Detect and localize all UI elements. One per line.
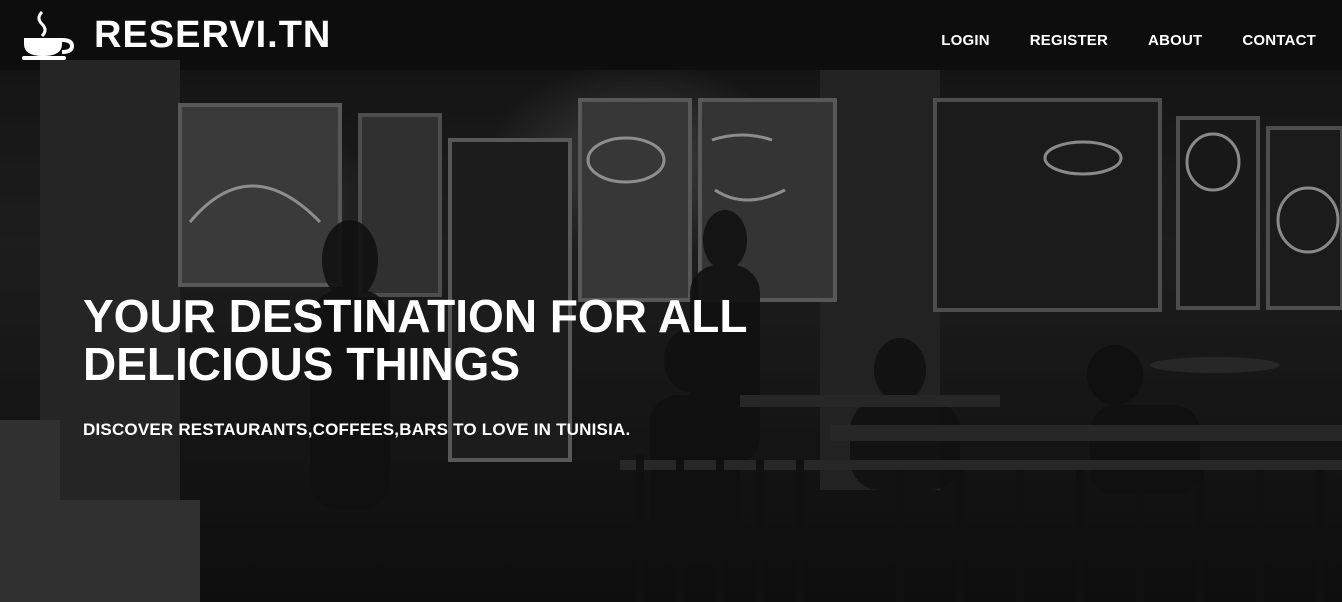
nav-contact-link[interactable]: CONTACT	[1242, 32, 1316, 49]
brand[interactable]: RESERVI.TN	[22, 10, 331, 60]
nav-login-link[interactable]: LOGIN	[941, 32, 990, 49]
nav-menu: LOGIN REGISTER ABOUT CONTACT	[941, 32, 1316, 49]
coffee-cup-icon	[22, 10, 74, 60]
nav-about-link[interactable]: ABOUT	[1148, 32, 1202, 49]
hero-headline: YOUR DESTINATION FOR ALL DELICIOUS THING…	[83, 290, 747, 390]
nav-register-link[interactable]: REGISTER	[1030, 32, 1108, 49]
hero-section: RESERVI.TN LOGIN REGISTER ABOUT CONTACT …	[0, 0, 1342, 602]
brand-name: RESERVI.TN	[94, 14, 332, 56]
top-navbar: RESERVI.TN LOGIN REGISTER ABOUT CONTACT	[0, 0, 1342, 82]
hero-subheadline: DISCOVER RESTAURANTS,COFFEES,BARS TO LOV…	[83, 420, 631, 439]
